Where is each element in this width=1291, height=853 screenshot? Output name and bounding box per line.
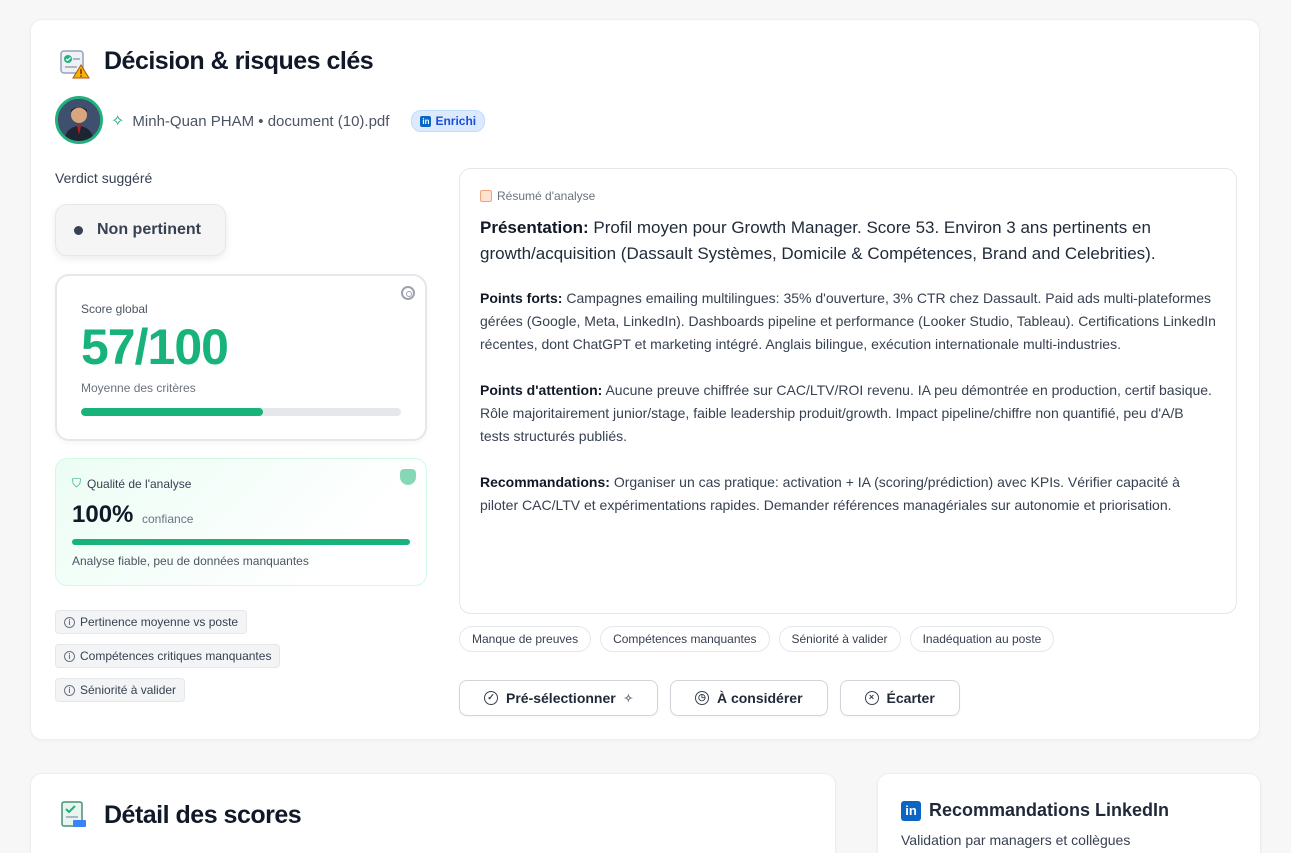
target-icon [401,286,415,300]
info-icon: i [64,650,75,662]
summary-strengths: Points forts: Campagnes emailing multili… [480,287,1216,356]
quality-progress-fill [72,539,410,545]
summary-recommendations: Recommandations: Organiser un cas pratiq… [480,471,1216,517]
linkedin-reco-subtitle: Validation par managers et collègues [901,832,1131,848]
risk-tag: Inadéquation au poste [909,626,1055,652]
linkedin-reco-title: in Recommandations LinkedIn [901,800,1169,821]
risk-tags: Manque de preuves Compétences manquantes… [459,626,1055,652]
score-progress-fill [81,408,264,416]
close-circle-icon: × [864,691,879,705]
risk-tag: Séniorité à valider [778,626,901,652]
summary-heading-text: Résumé d'analyse [497,189,596,203]
linkedin-icon: in [901,800,921,821]
checklist-warning-icon [60,50,90,79]
risk-flag-label: Séniorité à valider [80,683,177,697]
candidate-meta: ✧ Minh-Quan PHAM • document (10).pdf in … [111,110,486,132]
summary-presentation: Présentation: Profil moyen pour Growth M… [480,215,1216,267]
quality-progress-bar [72,539,410,545]
attention-label: Points d'attention: [480,382,603,398]
score-detail-card: Détail des scores [30,773,836,853]
sparkle-icon: ✧ [623,692,633,705]
reject-label: Écarter [886,690,935,706]
memo-icon [480,190,492,202]
quality-title: ⛉ Qualité de l'analyse [72,476,191,491]
shield-check-icon [400,469,416,485]
quality-value: 100% [72,501,134,528]
linkedin-icon: in [420,115,432,127]
quality-panel: ⛉ Qualité de l'analyse 100% confiance An… [55,458,427,586]
preselect-button[interactable]: ✓ Pré-sélectionner ✧ [459,680,658,716]
candidate-meta-text: Minh-Quan PHAM • document (10).pdf [132,112,390,130]
risk-flag-label: Compétences critiques manquantes [80,649,272,663]
risk-flag: i Séniorité à valider [55,678,186,702]
person-icon [58,99,100,141]
quality-unit: confiance [142,512,194,526]
decision-card: Décision & risques clés ✧ Minh-Quan PHAM… [30,19,1260,740]
summary-heading: Résumé d'analyse [480,189,1216,203]
linkedin-reco-title-text: Recommandations LinkedIn [929,800,1170,820]
risk-flag: i Compétences critiques manquantes [55,644,281,668]
risk-flags: i Pertinence moyenne vs poste i Compéten… [55,610,281,702]
decision-actions: ✓ Pré-sélectionner ✧ ◷ À considérer × Éc… [459,680,960,716]
info-icon: i [64,616,75,628]
info-icon: i [64,684,75,696]
preselect-label: Pré-sélectionner [506,690,616,706]
score-progress-bar [81,408,401,416]
linkedin-recommendations-card: in Recommandations LinkedIn Validation p… [877,773,1261,853]
recommendations-label: Recommandations: [480,474,610,490]
risk-tag: Compétences manquantes [600,626,770,652]
consider-button[interactable]: ◷ À considérer [669,680,828,716]
shield-icon: ⛉ [72,476,82,490]
check-circle-icon: ✓ [484,691,498,705]
avatar[interactable] [55,96,103,144]
score-label: Score global [81,302,148,316]
reject-button[interactable]: × Écarter [839,680,960,716]
verdict-label: Verdict suggéré [55,170,153,186]
strengths-label: Points forts: [480,290,563,306]
risk-flag: i Pertinence moyenne vs poste [55,610,248,634]
status-dot-icon [74,225,83,235]
page-title: Décision & risques clés [104,47,374,75]
summary-attention: Points d'attention: Aucune preuve chiffr… [480,379,1216,448]
verdict-badge: Non pertinent [55,204,226,256]
strengths-text: Campagnes emailing multilingues: 35% d'o… [480,290,1216,352]
enriched-label: Enrichi [435,114,477,128]
score-panel: Score global 57/100 Moyenne des critères [55,274,427,441]
sparkle-icon: ✧ [111,113,125,130]
consider-label: À considérer [716,690,803,706]
section-title: Détail des scores [104,801,302,829]
score-value: 57/100 [81,319,229,375]
score-subtitle: Moyenne des critères [81,381,196,395]
risk-tag: Manque de preuves [459,626,592,652]
presentation-label: Présentation: [480,218,589,237]
quality-note: Analyse fiable, peu de données manquante… [72,554,309,568]
score-sheet-icon [61,801,86,827]
clock-icon: ◷ [694,691,709,705]
quality-title-text: Qualité de l'analyse [87,476,192,491]
verdict-value: Non pertinent [97,221,201,238]
enriched-badge: in Enrichi [411,110,486,132]
analysis-summary: Résumé d'analyse Présentation: Profil mo… [459,168,1237,614]
risk-flag-label: Pertinence moyenne vs poste [80,615,239,629]
